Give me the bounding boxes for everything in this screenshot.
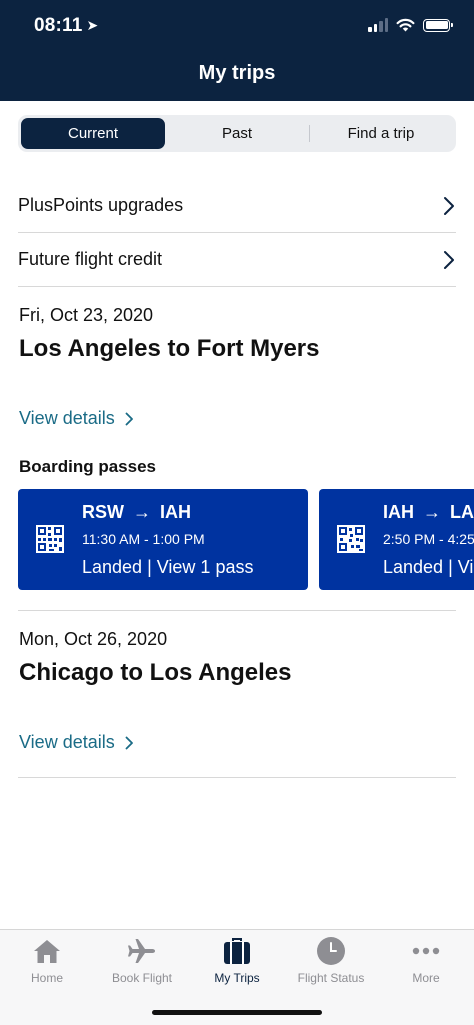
- pass-route: IAH → LAX: [383, 502, 474, 523]
- pass-status: Landed | View 1 pass: [82, 557, 254, 577]
- qr-code-icon: [337, 525, 365, 553]
- segment-past[interactable]: Past: [165, 118, 309, 149]
- chevron-right-icon: [444, 196, 454, 215]
- tab-label: My Trips: [214, 971, 260, 985]
- location-arrow-icon: ➤: [86, 17, 99, 33]
- chevron-right-icon: [125, 412, 133, 425]
- tab-label: Home: [30, 971, 63, 985]
- pluspoints-upgrades-row[interactable]: PlusPoints upgrades: [18, 179, 456, 233]
- view-details-label: View details: [19, 732, 115, 752]
- tab-home[interactable]: Home: [0, 936, 94, 985]
- battery-icon: [423, 18, 453, 32]
- trip-title: Los Angeles to Fort Myers: [19, 335, 320, 362]
- trip-filter-segmented-control: Current Past Find a trip: [18, 115, 456, 152]
- arrow-right-icon: →: [133, 502, 151, 522]
- tab-my-trips[interactable]: My Trips: [190, 936, 284, 985]
- status-time: 08:11 ➤: [34, 15, 98, 37]
- page-title: My trips: [198, 62, 276, 84]
- more-dots-icon: [411, 936, 441, 966]
- header-bar: 08:11 ➤ My trips: [0, 0, 474, 101]
- trip-divider: [18, 777, 456, 778]
- home-icon: [32, 936, 62, 966]
- pass-route: RSW → IAH: [82, 502, 191, 523]
- status-icons: [368, 16, 453, 34]
- trip-title: Chicago to Los Angeles: [19, 659, 292, 686]
- home-indicator[interactable]: [152, 1010, 322, 1015]
- trip-divider: [18, 610, 456, 611]
- pass-times: 2:50 PM - 4:25 PM: [383, 531, 474, 547]
- future-flight-credit-row[interactable]: Future flight credit: [18, 233, 456, 287]
- tab-label: Book Flight: [111, 971, 173, 985]
- view-details-link[interactable]: View details: [19, 408, 134, 429]
- future-flight-credit-label: Future flight credit: [18, 249, 163, 269]
- view-details-link[interactable]: View details: [19, 732, 134, 753]
- status-clock: 08:11: [34, 15, 83, 36]
- pluspoints-upgrades-label: PlusPoints upgrades: [18, 195, 184, 215]
- boarding-pass-card[interactable]: RSW → IAH 11:30 AM - 1:00 PM Landed | Vi…: [18, 489, 308, 590]
- view-details-label: View details: [19, 408, 115, 428]
- trip-date: Mon, Oct 26, 2020: [19, 629, 168, 649]
- clock-icon: [316, 936, 346, 966]
- segment-find-a-trip[interactable]: Find a trip: [309, 118, 453, 149]
- suitcase-icon: [222, 936, 252, 966]
- boarding-passes-heading: Boarding passes: [19, 457, 156, 476]
- qr-code-icon: [36, 525, 64, 553]
- tab-more[interactable]: More: [379, 936, 473, 985]
- pass-status: Landed | View 1 pass: [383, 557, 474, 577]
- destination-code: IAH: [160, 502, 191, 522]
- origin-code: RSW: [82, 502, 124, 522]
- pass-times: 11:30 AM - 1:00 PM: [82, 531, 205, 547]
- origin-code: IAH: [383, 502, 414, 522]
- tab-flight-status[interactable]: Flight Status: [284, 936, 378, 985]
- signal-icon: [368, 18, 388, 32]
- trip-date: Fri, Oct 23, 2020: [19, 305, 154, 325]
- destination-code: LAX: [450, 502, 474, 522]
- boarding-pass-card[interactable]: IAH → LAX 2:50 PM - 4:25 PM Landed | Vie…: [319, 489, 474, 590]
- airplane-icon: [127, 936, 157, 966]
- arrow-right-icon: →: [423, 502, 441, 522]
- chevron-right-icon: [125, 736, 133, 749]
- wifi-icon: [396, 18, 415, 32]
- segment-current[interactable]: Current: [21, 118, 165, 149]
- chevron-right-icon: [444, 250, 454, 269]
- tab-book-flight[interactable]: Book Flight: [95, 936, 189, 985]
- tab-label: More: [412, 971, 440, 985]
- tab-label: Flight Status: [297, 971, 365, 985]
